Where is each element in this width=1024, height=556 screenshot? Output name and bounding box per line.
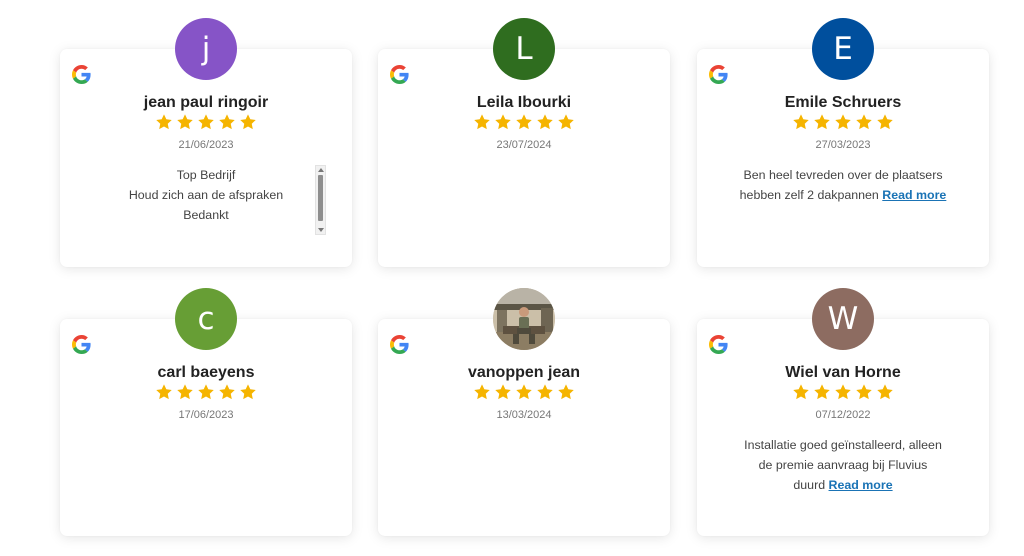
star-rating [60, 113, 352, 131]
avatar: W [812, 288, 874, 350]
user-photo [493, 288, 555, 350]
star-icon [219, 384, 235, 400]
star-icon [516, 384, 532, 400]
star-rating [697, 113, 989, 131]
scroll-up-arrow-icon[interactable] [318, 168, 324, 172]
google-icon [72, 335, 91, 354]
review-text: Ben heel tevreden over de plaatsers hebb… [715, 165, 971, 205]
star-icon [516, 114, 532, 130]
review-date: 23/07/2024 [496, 139, 552, 151]
review-card: c carl baeyens 17/06/2023 [60, 288, 352, 536]
star-icon [198, 384, 214, 400]
star-icon [537, 114, 553, 130]
review-date: 27/03/2023 [815, 139, 871, 151]
review-text-line: Bedankt [183, 208, 229, 222]
star-icon [793, 384, 809, 400]
review-text: Installatie goed geïnstalleerd, alleen d… [715, 435, 971, 495]
star-icon [814, 114, 830, 130]
google-icon [709, 335, 728, 354]
star-icon [558, 114, 574, 130]
review-text: Top Bedrijf Houd zich aan de afspraken B… [90, 165, 322, 225]
review-text-line: Installatie goed geïnstalleerd, alleen [744, 438, 942, 452]
star-icon [856, 114, 872, 130]
review-date: 13/03/2024 [496, 409, 552, 421]
reviewer-name: Emile Schruers [784, 94, 902, 111]
avatar-photo [493, 288, 555, 350]
scroll-down-arrow-icon[interactable] [318, 228, 324, 232]
review-scrollbar[interactable] [315, 165, 326, 235]
google-icon [390, 65, 409, 84]
reviewer-name: Leila Ibourki [476, 94, 572, 111]
reviewer-name: Wiel van Horne [785, 364, 901, 381]
google-icon [390, 335, 409, 354]
star-icon [177, 384, 193, 400]
star-icon [177, 114, 193, 130]
reviewer-name: carl baeyens [157, 364, 255, 381]
star-icon [793, 114, 809, 130]
review-text-line: Ben heel tevreden over de plaatsers [743, 168, 943, 182]
review-date: 21/06/2023 [178, 139, 234, 151]
star-icon [558, 384, 574, 400]
star-icon [156, 384, 172, 400]
star-icon [814, 384, 830, 400]
star-icon [835, 384, 851, 400]
review-date: 17/06/2023 [178, 409, 234, 421]
star-rating [60, 383, 352, 401]
review-text-line: de premie aanvraag bij Fluvius [758, 458, 928, 472]
star-icon [240, 384, 256, 400]
review-card: vanoppen jean 13/03/2024 [378, 288, 670, 536]
review-text-line: Houd zich aan de afspraken [128, 188, 284, 202]
star-icon [474, 114, 490, 130]
review-card: L Leila Ibourki 23/07/2024 [378, 18, 670, 267]
avatar: E [812, 18, 874, 80]
review-card: W Wiel van Horne 07/12/2022 Installatie … [697, 288, 989, 536]
star-icon [877, 114, 893, 130]
avatar: c [175, 288, 237, 350]
star-icon [240, 114, 256, 130]
review-grid: j jean paul ringoir 21/06/2023 Top Bedri… [0, 0, 1024, 556]
read-more-link[interactable]: Read more [829, 478, 893, 492]
review-text-line: duurd Read more [793, 478, 893, 492]
star-icon [537, 384, 553, 400]
star-icon [198, 114, 214, 130]
reviewer-name: vanoppen jean [467, 364, 581, 381]
star-icon [856, 384, 872, 400]
star-icon [835, 114, 851, 130]
star-icon [474, 384, 490, 400]
scrollbar-thumb[interactable] [318, 175, 323, 221]
avatar: j [175, 18, 237, 80]
review-card: E Emile Schruers 27/03/2023 Ben heel tev… [697, 18, 989, 267]
star-rating [378, 113, 670, 131]
google-icon [709, 65, 728, 84]
review-text-line: hebben zelf 2 dakpannen Read more [739, 188, 947, 202]
star-icon [495, 114, 511, 130]
google-icon [72, 65, 91, 84]
star-icon [156, 114, 172, 130]
star-rating [697, 383, 989, 401]
star-icon [219, 114, 235, 130]
avatar: L [493, 18, 555, 80]
star-icon [495, 384, 511, 400]
review-date: 07/12/2022 [815, 409, 871, 421]
review-card: j jean paul ringoir 21/06/2023 Top Bedri… [60, 18, 352, 267]
reviewer-name: jean paul ringoir [143, 94, 269, 111]
review-text-line: Top Bedrijf [176, 168, 236, 182]
star-rating [378, 383, 670, 401]
read-more-link[interactable]: Read more [882, 188, 946, 202]
star-icon [877, 384, 893, 400]
